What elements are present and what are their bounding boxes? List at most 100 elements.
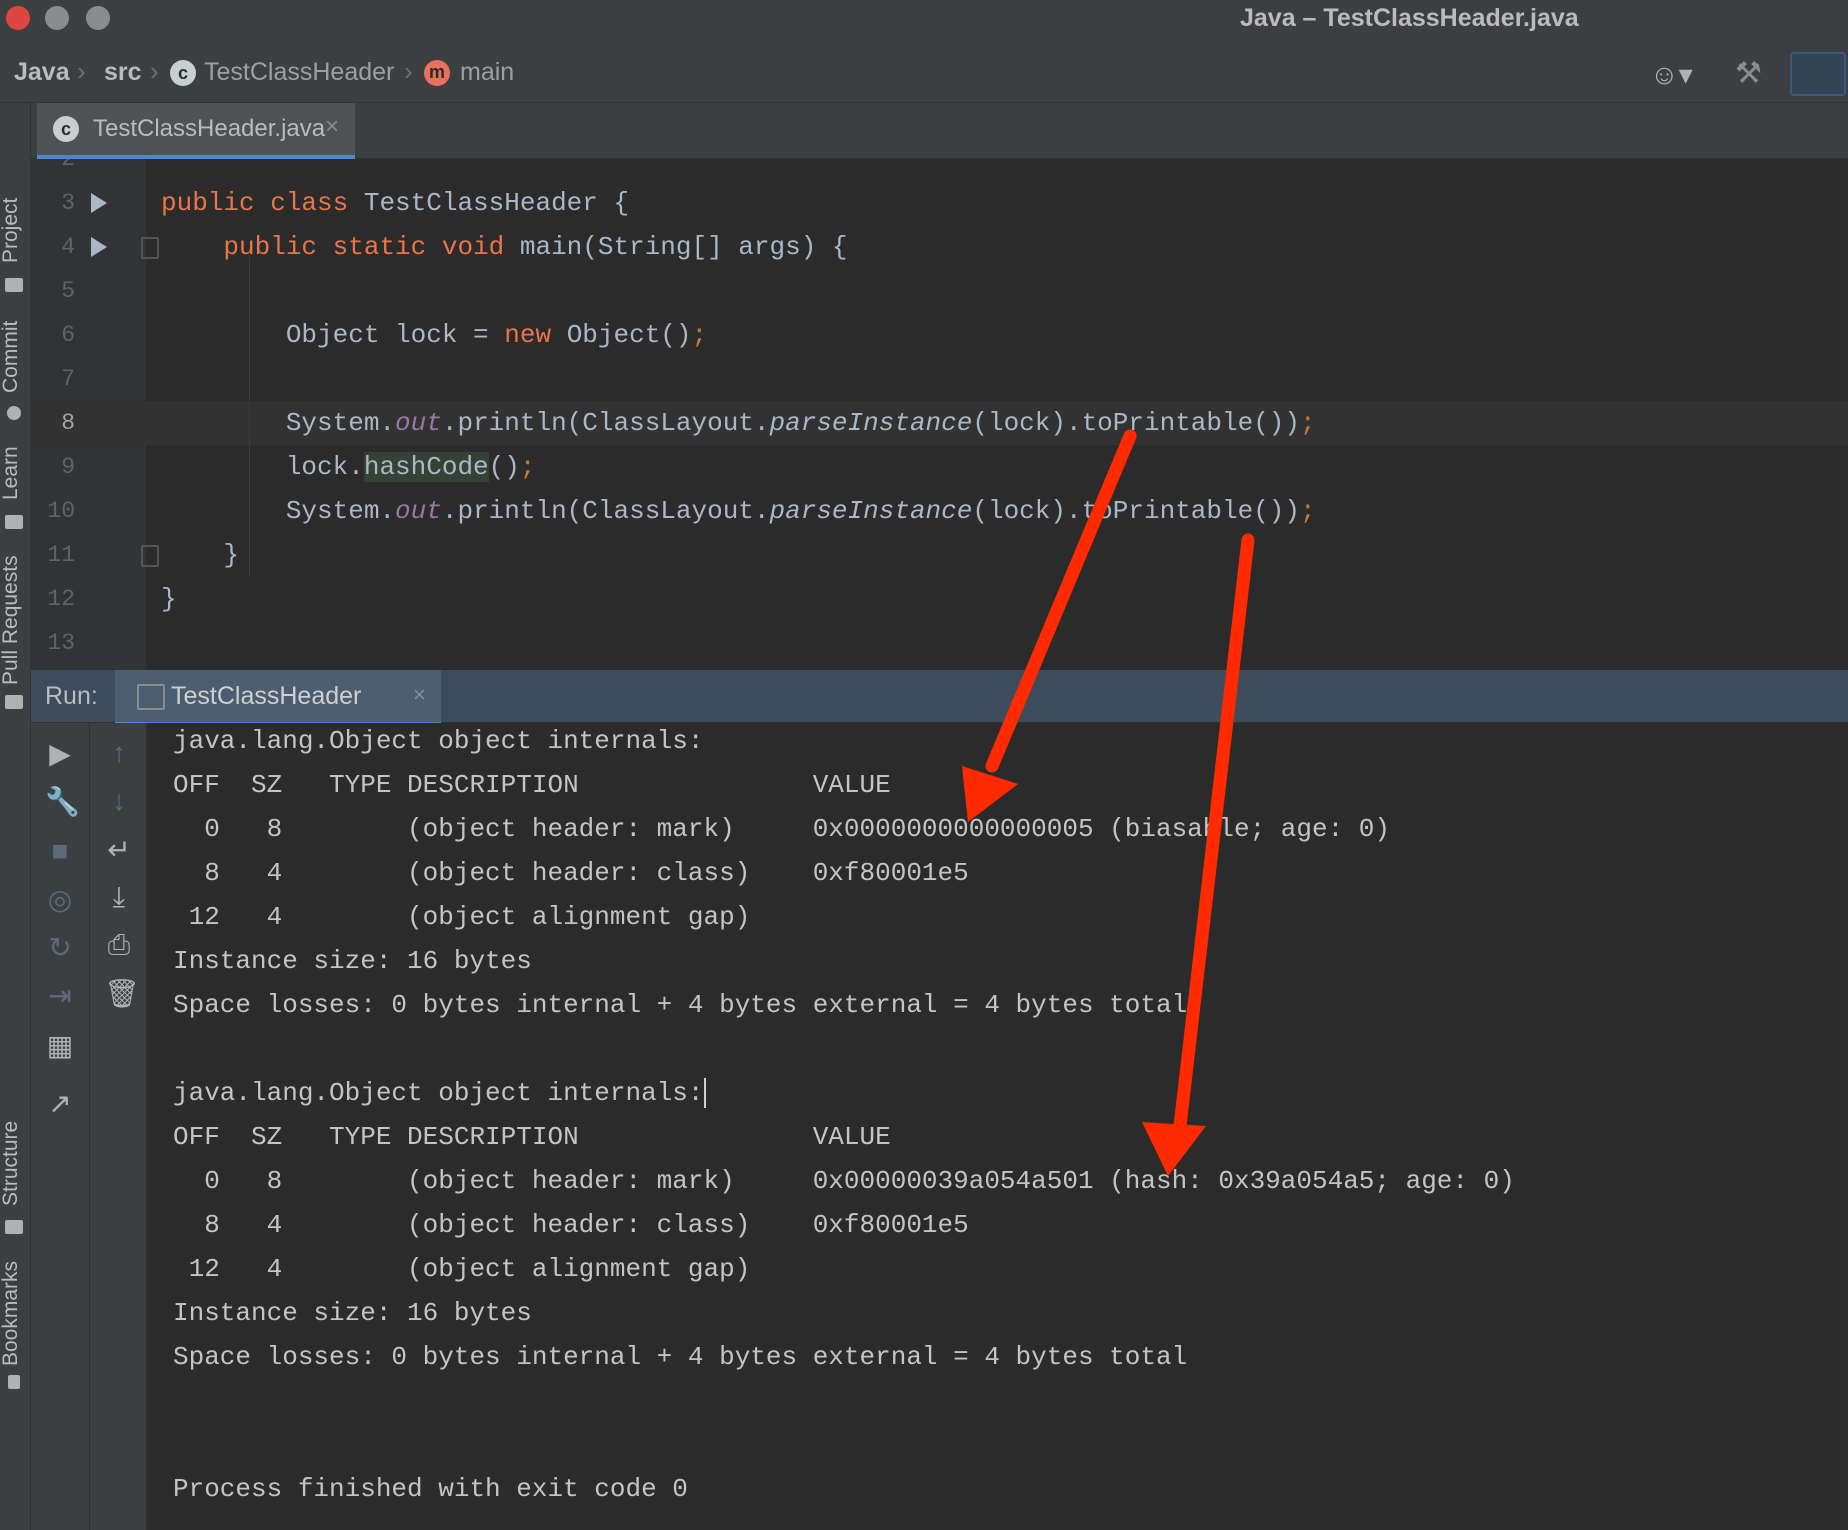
code-editor[interactable]: 2 3 public class TestClassHeader { 4 pub…	[31, 159, 1848, 670]
soft-wrap-icon[interactable]: ↵	[104, 833, 134, 866]
scroll-to-end-icon[interactable]: ⤓	[104, 881, 134, 914]
indent-guide	[249, 257, 250, 577]
code-line: 9 lock.hashCode();	[31, 445, 1848, 489]
class-file-icon: c	[53, 116, 79, 142]
line-number: 13	[47, 630, 75, 656]
structure-icon	[5, 1220, 23, 1234]
run-gutter-icon[interactable]	[91, 237, 107, 257]
code-line: 5	[31, 269, 1848, 313]
console-line: Process finished with exit code 0	[173, 1474, 688, 1504]
console-line-with-caret: java.lang.Object object internals:	[173, 1071, 706, 1115]
code-line: 11 }	[31, 533, 1848, 577]
console-line: Instance size: 16 bytes	[173, 1298, 532, 1328]
method-icon: m	[424, 60, 450, 86]
editor-tab-bar: c TestClassHeader.java ×	[31, 103, 1848, 159]
text-caret	[703, 1078, 706, 1109]
code-text: public class TestClassHeader {	[161, 188, 630, 218]
print-icon[interactable]: ⎙	[104, 929, 134, 962]
bookmark-icon	[8, 1375, 20, 1389]
console-line: 12 4 (object alignment gap)	[173, 1254, 751, 1284]
console-line: Space losses: 0 bytes internal + 4 bytes…	[173, 1342, 1188, 1372]
stop-icon[interactable]: ■	[45, 835, 75, 867]
line-number: 5	[61, 278, 75, 304]
code-line: 13	[31, 621, 1848, 665]
scroll-up-icon[interactable]: ↑	[104, 737, 134, 769]
line-number: 3	[61, 190, 75, 216]
line-number: 6	[61, 322, 75, 348]
pull-request-icon	[5, 695, 23, 709]
restore-icon[interactable]: ↻	[45, 931, 75, 964]
console-line: OFF SZ TYPE DESCRIPTION VALUE	[173, 1122, 891, 1152]
class-icon: c	[170, 60, 196, 86]
settings-wrench-icon[interactable]: 🔧	[45, 785, 80, 818]
console-line: OFF SZ TYPE DESCRIPTION VALUE	[173, 770, 891, 800]
folder-icon	[5, 278, 23, 292]
editor-tab-testclassheader[interactable]: c TestClassHeader.java ×	[37, 103, 355, 159]
breadcrumb-folder[interactable]: src	[104, 58, 142, 87]
line-number: 7	[61, 366, 75, 392]
camera-icon[interactable]: ◎	[45, 883, 75, 916]
run-label: Run:	[45, 682, 98, 710]
scroll-down-icon[interactable]: ↓	[104, 785, 134, 817]
console-line: Instance size: 16 bytes	[173, 946, 532, 976]
bookmarks-tool-tab[interactable]: Bookmarks	[0, 1261, 23, 1366]
run-gutter-icon[interactable]	[91, 193, 107, 213]
fold-icon[interactable]	[141, 237, 159, 259]
code-line: 12 }	[31, 577, 1848, 621]
editor-tab-label: TestClassHeader.java	[93, 115, 326, 142]
console-line: 8 4 (object header: class) 0xf80001e5	[173, 1210, 969, 1240]
maximize-window-button[interactable]	[86, 6, 110, 30]
line-number: 11	[47, 542, 75, 568]
run-tab-label: TestClassHeader	[171, 682, 362, 710]
pin-icon[interactable]: ↗	[45, 1087, 75, 1120]
console-line: Space losses: 0 bytes internal + 4 bytes…	[173, 990, 1188, 1020]
console-line: 12 4 (object alignment gap)	[173, 902, 751, 932]
code-line: 2	[31, 159, 1848, 181]
console-line: 0 8 (object header: mark) 0x00000039a054…	[173, 1166, 1515, 1196]
learn-tool-tab[interactable]: Learn	[0, 446, 23, 500]
breadcrumb-class[interactable]: TestClassHeader	[204, 58, 394, 87]
commit-tool-tab[interactable]: Commit	[0, 321, 23, 393]
close-tab-icon[interactable]: ×	[325, 113, 339, 141]
project-tool-tab[interactable]: Project	[0, 198, 23, 263]
rerun-icon[interactable]: ▶	[45, 737, 75, 770]
run-configuration-icon[interactable]	[1790, 52, 1846, 96]
breadcrumb-separator: ›	[404, 56, 413, 86]
code-line: 10 System.out.println(ClassLayout.parseI…	[31, 489, 1848, 533]
line-number: 12	[47, 586, 75, 612]
code-line: 7	[31, 357, 1848, 401]
code-line-current: 8 System.out.println(ClassLayout.parseIn…	[31, 401, 1848, 445]
layout-icon[interactable]: ▦	[45, 1029, 75, 1062]
learn-icon	[5, 515, 23, 529]
run-toolbar-primary: ▶ 🔧 ■ ◎ ↻ ⇥ ▦ ↗	[31, 723, 90, 1530]
fold-icon[interactable]	[141, 545, 159, 567]
breadcrumb-method[interactable]: main	[460, 58, 514, 87]
line-number: 9	[61, 454, 75, 480]
line-number: 10	[47, 498, 75, 524]
clear-trash-icon[interactable]: 🗑	[104, 977, 140, 1010]
navigation-bar: Java › src › c TestClassHeader › m main …	[0, 34, 1848, 103]
user-account-icon[interactable]: ☺▾	[1650, 58, 1693, 91]
minimize-window-button[interactable]	[45, 6, 69, 30]
code-line: 4 public static void main(String[] args)…	[31, 225, 1848, 269]
line-number: 2	[61, 159, 75, 172]
run-tab-testclassheader[interactable]: TestClassHeader ×	[115, 670, 441, 726]
line-number: 4	[61, 234, 75, 260]
code-line: 6 Object lock = new Object();	[31, 313, 1848, 357]
pull-requests-tool-tab[interactable]: Pull Requests	[0, 555, 23, 685]
console-line: java.lang.Object object internals:	[173, 726, 704, 756]
build-hammer-icon[interactable]: ⚒	[1735, 56, 1762, 91]
structure-tool-tab[interactable]: Structure	[0, 1121, 23, 1206]
console-line: 0 8 (object header: mark) 0x000000000000…	[173, 814, 1390, 844]
exit-icon[interactable]: ⇥	[45, 979, 75, 1012]
run-panel-header: Run: TestClassHeader ×	[31, 670, 1848, 726]
close-run-tab-icon[interactable]: ×	[413, 682, 426, 708]
code-text: System.out.println(ClassLayout.parseInst…	[161, 408, 1316, 438]
console-output[interactable]: java.lang.Object object internals: OFF S…	[147, 723, 1848, 1530]
breadcrumb-project[interactable]: Java	[14, 58, 70, 87]
breadcrumb-separator: ›	[77, 56, 86, 86]
tool-window-strip: Project Commit Learn Pull Requests Struc…	[0, 103, 31, 1530]
title-bar: Java – TestClassHeader.java	[0, 0, 1848, 34]
code-text: }	[161, 584, 177, 614]
close-window-button[interactable]	[6, 6, 30, 30]
